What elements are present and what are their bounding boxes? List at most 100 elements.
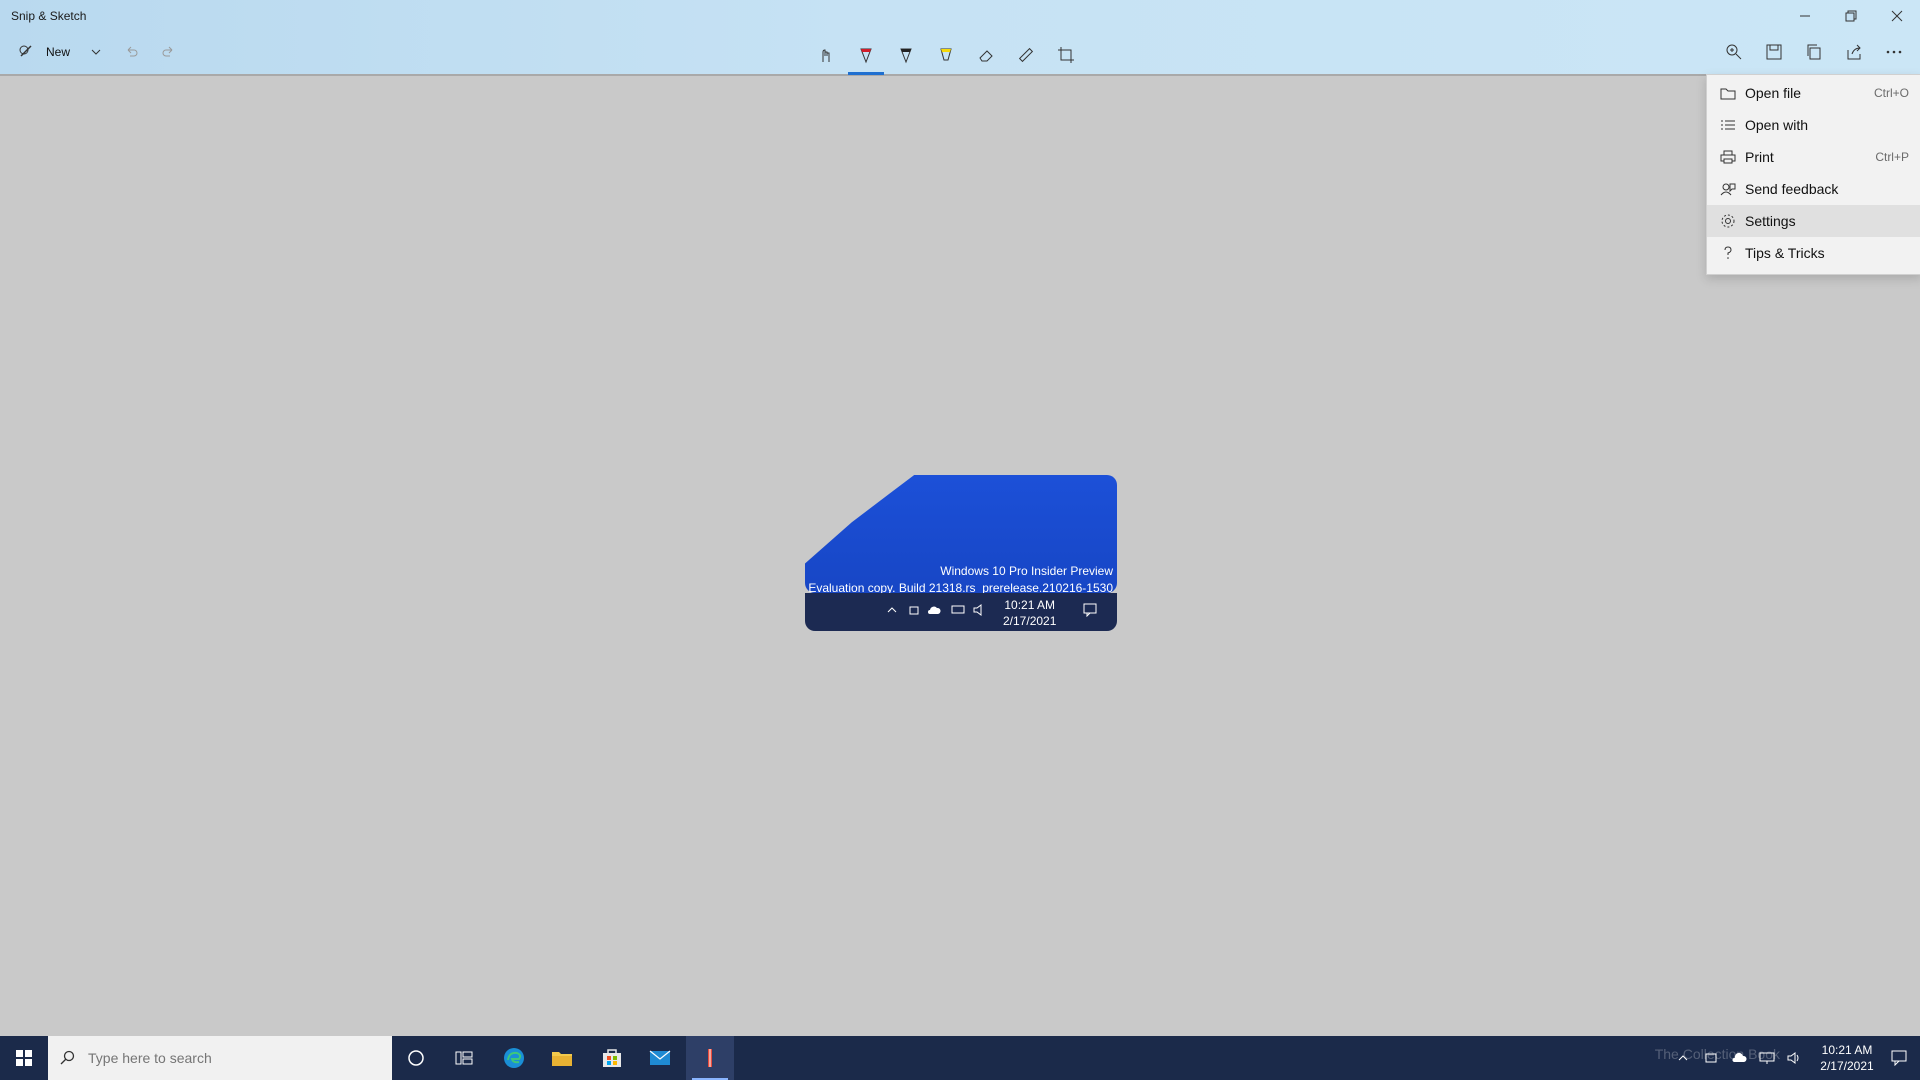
menu-item-shortcut: Ctrl+P — [1875, 150, 1909, 164]
copy-icon — [1807, 44, 1821, 60]
snip-date: 2/17/2021 — [1003, 614, 1057, 628]
feedback-icon — [1719, 180, 1737, 198]
mail-icon — [649, 1050, 671, 1065]
ruler-button[interactable] — [1012, 41, 1040, 69]
task-view-button[interactable] — [440, 1036, 488, 1080]
toolbar-left: New — [12, 40, 182, 64]
more-options-menu: Open file Ctrl+O Open with Print Ctrl+P … — [1706, 74, 1920, 275]
ballpoint-pen-button[interactable] — [848, 41, 884, 75]
save-button[interactable] — [1760, 38, 1788, 66]
undo-button[interactable] — [118, 38, 146, 66]
printer-icon — [1719, 148, 1737, 166]
search-icon — [60, 1050, 75, 1065]
notification-icon — [1081, 601, 1099, 619]
snip-time: 10:21 AM — [1004, 598, 1056, 612]
store-icon — [603, 1049, 621, 1067]
more-icon — [1886, 50, 1902, 54]
volume-icon[interactable] — [1784, 1047, 1806, 1069]
menu-item-open-file[interactable]: Open file Ctrl+O — [1707, 77, 1920, 109]
ballpoint-pen-icon — [860, 48, 872, 64]
network-icon[interactable] — [1756, 1047, 1778, 1069]
taskbar-mail[interactable] — [636, 1036, 684, 1080]
menu-item-tips-tricks[interactable]: Tips & Tricks — [1707, 237, 1920, 269]
edge-icon — [504, 1048, 524, 1068]
drawing-tools — [812, 38, 1080, 75]
restore-button[interactable] — [1828, 0, 1874, 32]
meet-now-icon[interactable] — [1700, 1047, 1722, 1069]
taskbar-time: 10:21 AM — [1821, 1043, 1873, 1057]
snip-icon — [19, 45, 32, 57]
redo-button[interactable] — [154, 38, 182, 66]
new-button-label[interactable]: New — [46, 45, 70, 59]
notification-center-icon[interactable] — [1888, 1047, 1910, 1069]
start-button[interactable] — [0, 1036, 48, 1080]
minimize-icon — [1800, 15, 1810, 17]
redo-icon — [162, 46, 173, 57]
eraser-button[interactable] — [972, 41, 1000, 69]
restore-icon — [1845, 10, 1857, 22]
close-button[interactable] — [1874, 0, 1920, 32]
save-icon — [1766, 44, 1782, 60]
taskbar: The Collection Book 10:21 AM 2/17/2021 — [0, 1036, 1920, 1080]
network-icon — [949, 601, 967, 619]
more-options-button[interactable] — [1880, 38, 1908, 66]
menu-item-label: Print — [1745, 149, 1774, 165]
volume-icon — [971, 601, 989, 619]
taskbar-clock[interactable]: 10:21 AM 2/17/2021 — [1812, 1042, 1882, 1074]
snip-watermark-line1: Windows 10 Pro Insider Preview — [940, 564, 1113, 578]
taskbar-file-explorer[interactable] — [538, 1036, 586, 1080]
snip-system-tray: 10:21 AM 2/17/2021 — [805, 593, 1117, 631]
menu-item-shortcut: Ctrl+O — [1873, 86, 1909, 100]
list-icon — [1719, 116, 1737, 134]
ruler-icon — [1018, 47, 1034, 63]
taskbar-store[interactable] — [588, 1036, 636, 1080]
new-snip-button[interactable] — [12, 38, 40, 66]
share-button[interactable] — [1840, 38, 1868, 66]
cortana-button[interactable] — [392, 1036, 440, 1080]
zoom-icon — [1726, 44, 1742, 60]
pencil-button[interactable] — [892, 41, 920, 69]
highlighter-icon — [940, 48, 952, 61]
snip-sketch-icon — [708, 1049, 712, 1067]
highlighter-button[interactable] — [932, 41, 960, 69]
menu-item-label: Tips & Tricks — [1745, 245, 1825, 261]
toolbar-right — [1720, 38, 1908, 66]
taskbar-edge[interactable] — [490, 1036, 538, 1080]
crop-button[interactable] — [1052, 41, 1080, 69]
menu-item-send-feedback[interactable]: Send feedback — [1707, 173, 1920, 205]
menu-item-settings[interactable]: Settings — [1707, 205, 1920, 237]
cortana-icon — [408, 1050, 424, 1066]
hand-icon — [822, 49, 830, 62]
eraser-icon — [979, 50, 993, 62]
folder-icon — [552, 1052, 572, 1066]
onedrive-icon[interactable] — [1728, 1047, 1750, 1069]
chevron-up-icon — [883, 601, 901, 619]
zoom-button[interactable] — [1720, 38, 1748, 66]
cloud-icon — [925, 601, 943, 619]
menu-item-print[interactable]: Print Ctrl+P — [1707, 141, 1920, 173]
close-icon — [1891, 10, 1903, 22]
app-title: Snip & Sketch — [11, 9, 87, 23]
question-icon — [1719, 244, 1737, 262]
copy-button[interactable] — [1800, 38, 1828, 66]
chevron-up-icon[interactable] — [1672, 1047, 1694, 1069]
menu-item-open-with[interactable]: Open with — [1707, 109, 1920, 141]
taskbar-snip-sketch[interactable] — [686, 1036, 734, 1080]
pencil-icon — [900, 48, 912, 64]
folder-icon — [1719, 84, 1737, 102]
touch-writing-button[interactable] — [812, 41, 840, 69]
search-input[interactable] — [86, 1049, 370, 1067]
taskbar-search-box[interactable] — [48, 1036, 392, 1080]
new-dropdown-button[interactable] — [82, 38, 110, 66]
crop-icon — [1058, 47, 1074, 63]
menu-item-label: Send feedback — [1745, 181, 1839, 197]
minimize-button[interactable] — [1782, 0, 1828, 32]
share-icon — [1847, 44, 1861, 60]
windows-icon — [16, 1050, 32, 1066]
undo-icon — [127, 46, 138, 57]
gear-icon — [1719, 212, 1737, 230]
taskbar-date: 2/17/2021 — [1820, 1059, 1874, 1073]
meet-icon — [905, 601, 923, 619]
title-bar: Snip & Sketch New — [0, 0, 1920, 76]
menu-item-label: Open with — [1745, 117, 1809, 133]
